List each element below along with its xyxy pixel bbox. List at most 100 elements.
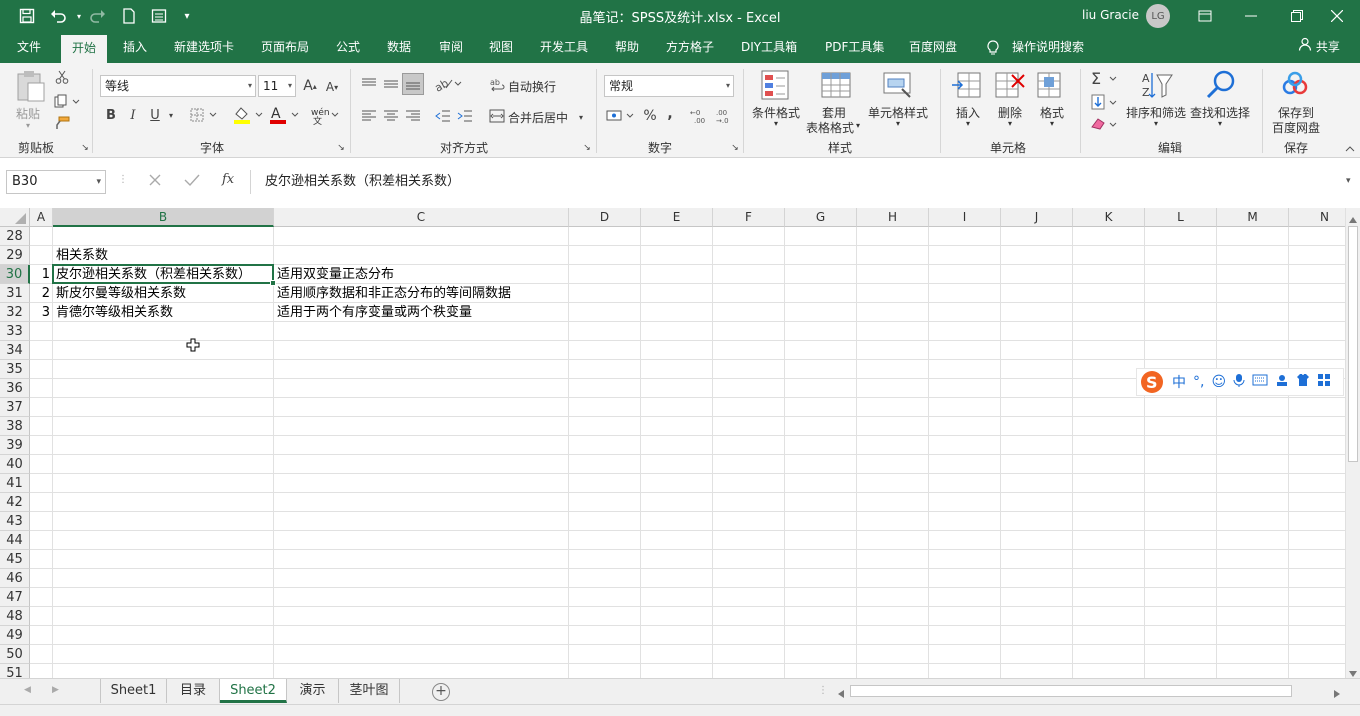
merge-center-button[interactable]: 合并后居中	[508, 109, 568, 126]
tab-review[interactable]: 审阅	[439, 32, 463, 63]
select-all-corner[interactable]	[0, 208, 30, 227]
row-header-41[interactable]: 41	[0, 474, 30, 493]
wrap-text-button[interactable]: 自动换行	[508, 78, 556, 95]
row-header-29[interactable]: 29	[0, 246, 30, 265]
align-bottom-icon[interactable]	[402, 73, 424, 95]
column-header-e[interactable]: E	[641, 208, 713, 227]
format-table-dropdown-icon[interactable]: ▾	[856, 121, 860, 130]
insert-cells-icon[interactable]	[950, 69, 984, 103]
scroll-left-icon[interactable]	[838, 687, 844, 701]
row-header-33[interactable]: 33	[0, 322, 30, 341]
wrap-text-icon[interactable]: ab	[490, 77, 506, 93]
vertical-scrollbar[interactable]	[1345, 208, 1360, 678]
align-top-icon[interactable]	[360, 75, 378, 93]
ime-toolbar[interactable]: S 中 °, ☺	[1136, 368, 1344, 396]
tab-home[interactable]: 开始	[61, 35, 108, 63]
find-dropdown-icon[interactable]: ▾	[1218, 119, 1222, 128]
collapse-ribbon-icon[interactable]	[1344, 143, 1356, 155]
tab-fangfang[interactable]: 方方格子	[666, 32, 714, 63]
insert-dropdown-icon[interactable]: ▾	[966, 119, 970, 128]
align-center-icon[interactable]	[382, 107, 400, 125]
row-header-32[interactable]: 32	[0, 303, 30, 322]
cancel-icon[interactable]	[148, 173, 164, 189]
sort-filter-icon[interactable]: AZ	[1140, 69, 1174, 103]
baidu-cloud-icon[interactable]	[1278, 69, 1312, 103]
next-sheet-icon[interactable]: ▶	[52, 685, 59, 695]
copy-icon[interactable]	[52, 93, 82, 109]
paste-icon[interactable]	[14, 69, 48, 103]
sheet-tab-sheet1[interactable]: Sheet1	[101, 679, 167, 703]
row-header-37[interactable]: 37	[0, 398, 30, 417]
save-baidu-label-2[interactable]: 百度网盘	[1272, 119, 1320, 136]
tab-diy[interactable]: DIY工具箱	[741, 32, 797, 63]
format-table-icon[interactable]	[820, 69, 854, 103]
tab-help[interactable]: 帮助	[615, 32, 639, 63]
close-icon[interactable]	[1314, 0, 1360, 32]
column-header-f[interactable]: F	[713, 208, 785, 227]
border-icon[interactable]	[190, 107, 220, 123]
row-header-46[interactable]: 46	[0, 569, 30, 588]
emoji-icon[interactable]: ☺	[1211, 374, 1226, 390]
format-painter-icon[interactable]	[54, 115, 70, 131]
enter-icon[interactable]	[184, 173, 200, 189]
row-header-34[interactable]: 34	[0, 341, 30, 360]
row-header-48[interactable]: 48	[0, 607, 30, 626]
row-header-36[interactable]: 36	[0, 379, 30, 398]
find-select-icon[interactable]	[1204, 69, 1238, 103]
column-header-b[interactable]: B	[53, 208, 274, 227]
percent-button[interactable]: %	[642, 107, 658, 125]
scroll-up-icon[interactable]	[1349, 212, 1357, 226]
save-icon[interactable]	[16, 7, 38, 25]
tab-pdf[interactable]: PDF工具集	[825, 32, 884, 63]
tab-baidu[interactable]: 百度网盘	[909, 32, 957, 63]
row-header-49[interactable]: 49	[0, 626, 30, 645]
row-header-35[interactable]: 35	[0, 360, 30, 379]
column-header-n[interactable]: N	[1289, 208, 1345, 227]
number-format-combo[interactable]: 常规 ▾	[604, 75, 734, 97]
tab-split-handle[interactable]: ⋮	[818, 685, 828, 696]
keyboard-icon[interactable]	[1252, 374, 1268, 390]
column-header-m[interactable]: M	[1217, 208, 1289, 227]
mic-icon[interactable]	[1233, 373, 1245, 391]
name-box[interactable]: B30 ▾	[6, 170, 106, 194]
cell-a30[interactable]: 1	[30, 265, 53, 284]
orientation-icon[interactable]: ab	[434, 75, 464, 93]
cell-b29[interactable]: 相关系数	[53, 246, 108, 265]
increase-indent-icon[interactable]	[456, 107, 474, 125]
fill-handle[interactable]	[270, 280, 276, 286]
formula-input[interactable]: 皮尔逊相关系数（积差相关系数）	[250, 170, 1350, 194]
row-header-42[interactable]: 42	[0, 493, 30, 512]
share-button[interactable]: 共享	[1298, 32, 1340, 63]
tab-file[interactable]: 文件	[17, 32, 41, 63]
align-right-icon[interactable]	[404, 107, 422, 125]
avatar[interactable]: LG	[1146, 4, 1170, 28]
column-header-h[interactable]: H	[857, 208, 929, 227]
tab-insert[interactable]: 插入	[123, 32, 147, 63]
tab-page-layout[interactable]: 页面布局	[261, 32, 309, 63]
ime-language[interactable]: 中	[1172, 372, 1186, 392]
decrease-indent-icon[interactable]	[434, 107, 452, 125]
format-table-label-2[interactable]: 表格格式	[806, 119, 854, 136]
underline-button[interactable]: U	[148, 107, 162, 123]
comma-button[interactable]: ,	[664, 105, 676, 123]
vertical-scroll-thumb[interactable]	[1348, 226, 1358, 462]
underline-dropdown-icon[interactable]: ▾	[166, 109, 176, 121]
row-header-40[interactable]: 40	[0, 455, 30, 474]
paste-label[interactable]: 粘贴	[16, 105, 40, 122]
column-header-i[interactable]: I	[929, 208, 1001, 227]
user-center-icon[interactable]	[1275, 373, 1289, 391]
autosum-icon[interactable]: Σ	[1090, 69, 1120, 87]
cell-a32[interactable]: 3	[30, 303, 53, 322]
column-header-g[interactable]: G	[785, 208, 857, 227]
tab-data[interactable]: 数据	[387, 32, 411, 63]
decrease-font-icon[interactable]: A ▾	[324, 79, 340, 95]
increase-font-icon[interactable]: A ▴	[302, 77, 318, 95]
increase-decimal-icon[interactable]: ←0.00	[690, 107, 710, 125]
column-header-k[interactable]: K	[1073, 208, 1145, 227]
delete-cells-icon[interactable]	[992, 69, 1026, 103]
user-name[interactable]: liu Gracie	[1082, 8, 1139, 22]
cell-b32[interactable]: 肯德尔等级相关系数	[53, 303, 173, 322]
font-color-icon[interactable]: A	[268, 105, 302, 125]
worksheet-grid[interactable]: ABCDEFGHIJKLMN 28 29 30 31 32 33 34 35 36 37 38 39 4…	[0, 208, 1345, 678]
cell-c32[interactable]: 适用于两个有序变量或两个秩变量	[274, 303, 472, 322]
